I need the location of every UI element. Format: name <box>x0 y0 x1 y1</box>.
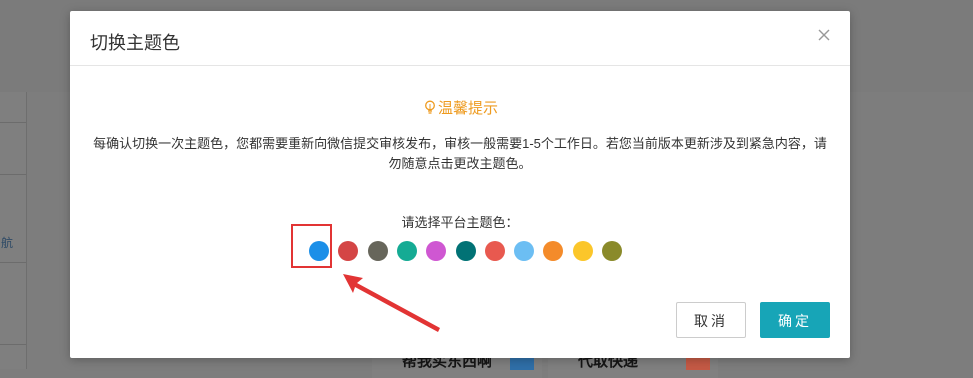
lightbulb-icon <box>422 99 438 115</box>
theme-color-dialog: 切换主题色 温馨提示 每确认切换一次主题色，您都需要重新向微信提交审核发布，审核… <box>70 11 850 358</box>
color-swatch[interactable] <box>368 241 388 261</box>
confirm-button[interactable]: 确定 <box>760 302 830 338</box>
notice-title-text: 温馨提示 <box>437 100 498 117</box>
sidebar-divider <box>0 262 26 263</box>
background-sidebar: 航 <box>0 92 27 369</box>
color-swatch[interactable] <box>514 241 534 261</box>
sidebar-divider <box>0 122 26 123</box>
color-swatch[interactable] <box>426 241 446 261</box>
sidebar-nav-text[interactable]: 航 <box>1 234 13 251</box>
selected-swatch-highlight <box>291 224 332 268</box>
color-swatch[interactable] <box>485 241 505 261</box>
color-swatch[interactable] <box>543 241 563 261</box>
notice-message: 每确认切换一次主题色，您都需要重新向微信提交审核发布，审核一般需要1-5个工作日… <box>93 136 827 171</box>
color-swatch[interactable] <box>338 241 358 261</box>
color-swatch[interactable] <box>602 241 622 261</box>
color-swatch[interactable] <box>397 241 417 261</box>
close-icon[interactable] <box>816 27 832 43</box>
cancel-button[interactable]: 取消 <box>676 302 746 338</box>
notice-heading: 温馨提示 <box>70 97 850 118</box>
color-swatch[interactable] <box>573 241 593 261</box>
dialog-title: 切换主题色 <box>90 33 180 53</box>
dialog-header: 切换主题色 <box>70 11 850 66</box>
color-swatch[interactable] <box>456 241 476 261</box>
sidebar-divider <box>0 174 26 175</box>
sidebar-divider <box>0 344 26 345</box>
choose-color-label: 请选择平台主题色： <box>401 215 519 230</box>
